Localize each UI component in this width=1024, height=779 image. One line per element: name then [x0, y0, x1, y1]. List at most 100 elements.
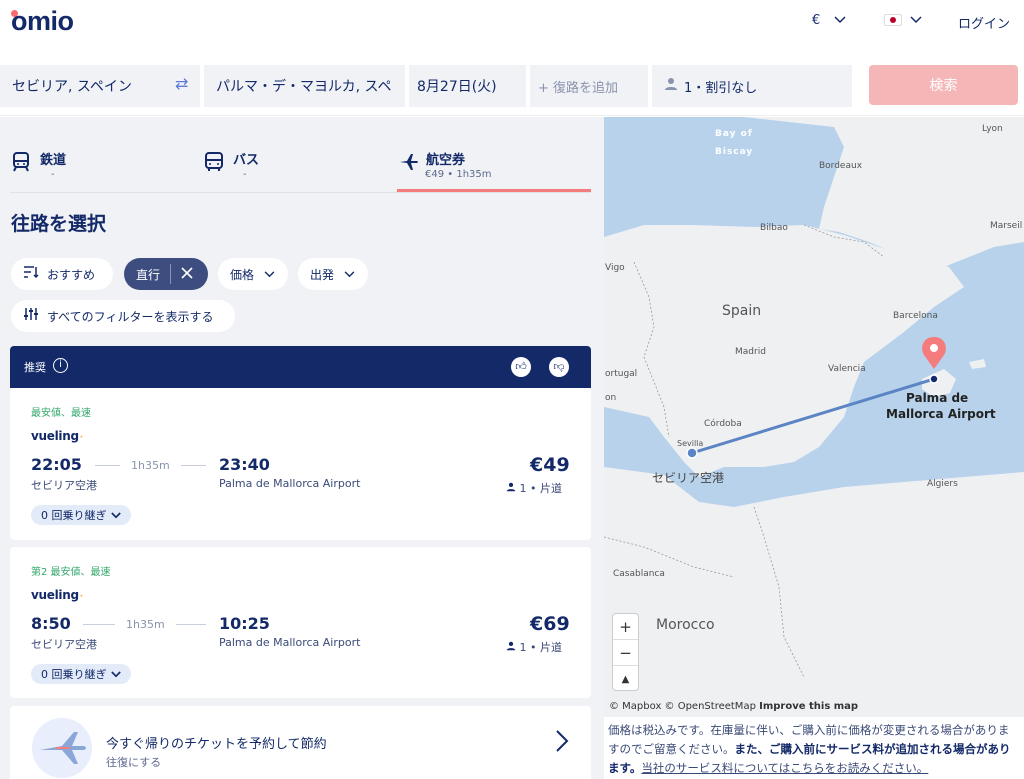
passengers-field[interactable]: 1・割引なし: [652, 65, 852, 107]
omio-logo[interactable]: omio: [11, 6, 74, 37]
chevron-down-icon: [264, 268, 275, 281]
airline-logo: vueling: [31, 588, 83, 602]
zoom-in-button[interactable]: +: [613, 614, 638, 640]
compass-icon[interactable]: ▲: [613, 666, 638, 692]
login-link[interactable]: ログイン: [958, 13, 1010, 32]
origin-field[interactable]: セビリア, スペイン: [0, 65, 200, 107]
chevron-down-icon: [344, 268, 355, 281]
departure-time: 22:05: [31, 455, 82, 474]
result-card[interactable]: 最安値、最速 vueling 22:05 1h35m 23:40 セビリア空港 …: [10, 388, 591, 540]
person-icon: [664, 77, 678, 95]
map-label-valencia: Valencia: [828, 364, 866, 374]
map-attribution-text: © Mapbox © OpenStreetMap: [609, 701, 756, 712]
chevron-right-icon[interactable]: [555, 729, 569, 759]
currency-selector[interactable]: €: [812, 13, 820, 28]
tab-bus-sub: -: [243, 169, 247, 180]
service-fee-link[interactable]: 当社のサービス料についてはこちらをお読みください。: [641, 761, 928, 775]
chevron-down-icon[interactable]: [910, 13, 922, 27]
passenger-info: 1 • 片道: [506, 480, 562, 496]
sort-chip[interactable]: おすすめ: [11, 258, 113, 290]
swap-icon[interactable]: ⇄: [175, 74, 188, 93]
departure-time: 8:50: [31, 614, 71, 633]
tab-flight[interactable]: 航空券 €49 • 1h35m: [397, 145, 591, 193]
stops-toggle[interactable]: 0 回乗り継ぎ: [31, 664, 131, 684]
map-label-biscay: Biscay: [715, 147, 754, 157]
japan-flag-icon[interactable]: [884, 14, 902, 26]
map-label-vigo: Vigo: [605, 263, 625, 273]
map-label-portugal: ortugal: [605, 369, 638, 379]
active-tab-indicator: [397, 189, 591, 192]
map-label-casablanca: Casablanca: [613, 569, 665, 579]
close-icon[interactable]: [181, 266, 193, 282]
price-filter-chip[interactable]: 価格: [218, 258, 288, 290]
tab-train-sub: -: [51, 169, 55, 180]
search-button[interactable]: 検索: [869, 65, 1018, 105]
stops-label: 0 回乗り継ぎ: [41, 668, 107, 681]
map-origin-label: セビリア空港: [652, 471, 725, 485]
map-label-bilbao: Bilbao: [760, 223, 788, 233]
arrival-time: 10:25: [219, 614, 270, 633]
tab-flight-label: 航空券: [426, 153, 466, 168]
map-label-lyon: Lyon: [982, 124, 1003, 134]
chevron-down-icon: [110, 509, 121, 522]
top-header: omio € ログイン: [0, 0, 1024, 54]
result-card[interactable]: 第2 最安値、最速 vueling 8:50 1h35m 10:25 セビリア空…: [10, 547, 591, 698]
zoom-out-button[interactable]: −: [613, 640, 638, 666]
duration-line: [181, 465, 206, 466]
person-icon: [506, 641, 516, 654]
results-panel: 鉄道 - バス - 航空券 €49 • 1h35m 往路を選択 おすすめ 直行: [0, 117, 604, 779]
all-filters-chip[interactable]: すべてのフィルターを表示する: [11, 300, 235, 332]
direct-filter-chip[interactable]: 直行: [124, 258, 208, 290]
stops-toggle[interactable]: 0 回乗り継ぎ: [31, 505, 131, 525]
passengers-label: 1・割引なし: [684, 80, 758, 96]
disclaimer-bold: また、ご購入前にサービス料が追加される場合が: [734, 742, 988, 756]
chevron-down-icon[interactable]: [834, 13, 846, 27]
page-title: 往路を選択: [11, 213, 107, 235]
duration: 1h35m: [131, 459, 170, 472]
map-attribution: © Mapbox © OpenStreetMap Improve this ma…: [609, 701, 858, 712]
thumbs-down-icon[interactable]: 👎︎: [549, 357, 569, 377]
plane-icon: [399, 151, 419, 176]
departure-station: セビリア空港: [31, 479, 97, 492]
departure-date-field[interactable]: 8月27日(火): [409, 65, 526, 107]
duration: 1h35m: [126, 618, 165, 631]
passenger-info: 1 • 片道: [506, 639, 562, 655]
all-filters-label: すべてのフィルターを表示する: [47, 309, 214, 324]
tab-bus[interactable]: バス -: [204, 145, 384, 193]
map-label-lisbon: on: [605, 393, 617, 403]
recommended-header: 推奨 i 👍︎ 👎︎: [10, 346, 591, 388]
price-disclaimer: 価格は税込みです。在庫量に伴い、ご購入前に価格が変更される場合がありますのでご留…: [604, 721, 1024, 779]
arrival-station: Palma de Mallorca Airport: [219, 636, 361, 649]
tab-train-label: 鉄道: [40, 153, 67, 168]
airplane-illustration-icon: [32, 718, 92, 778]
map-label-spain: Spain: [722, 303, 762, 319]
return-date-field[interactable]: + 復路を追加: [530, 65, 648, 107]
return-promo-title: 今すぐ帰りのチケットを予約して節約: [106, 737, 327, 752]
info-icon[interactable]: i: [53, 358, 68, 373]
recommended-label: 推奨: [24, 361, 46, 374]
price: €49: [530, 454, 570, 476]
stops-label: 0 回乗り継ぎ: [41, 509, 107, 522]
arrival-station: Palma de Mallorca Airport: [219, 477, 361, 490]
thumbs-up-icon[interactable]: 👍︎: [511, 357, 531, 377]
filter-sliders-icon: [23, 307, 39, 325]
improve-map-link[interactable]: Improve this map: [759, 701, 858, 712]
price-filter-label: 価格: [230, 267, 255, 282]
passenger-info-label: 1 • 片道: [519, 482, 562, 495]
return-ticket-promo[interactable]: 今すぐ帰りのチケットを予約して節約 往復にする: [10, 706, 591, 779]
map-label-morocco: Morocco: [656, 617, 715, 633]
tab-train[interactable]: 鉄道 -: [11, 145, 191, 193]
map-dest-label: Palma de: [906, 391, 969, 405]
departure-station: セビリア空港: [31, 638, 97, 651]
map-label-barcelona: Barcelona: [893, 311, 938, 321]
sort-label: おすすめ: [47, 267, 96, 282]
tab-flight-sub: €49 • 1h35m: [425, 169, 492, 180]
route-map[interactable]: Bay of Biscay Lyon Bordeaux Bilbao Marse…: [604, 117, 1024, 717]
person-icon: [506, 482, 516, 495]
airline-logo: vueling: [31, 429, 83, 443]
departure-filter-chip[interactable]: 出発: [298, 258, 368, 290]
destination-field[interactable]: パルマ・デ・マヨルカ, スペ: [204, 65, 405, 107]
map-label-marseille: Marseil: [990, 221, 1023, 231]
map-label-madrid: Madrid: [735, 347, 766, 357]
disclaimer-text: 価格は税込みです。在庫量に伴い、ご購入前に価格が変更される場合があり: [608, 723, 998, 737]
